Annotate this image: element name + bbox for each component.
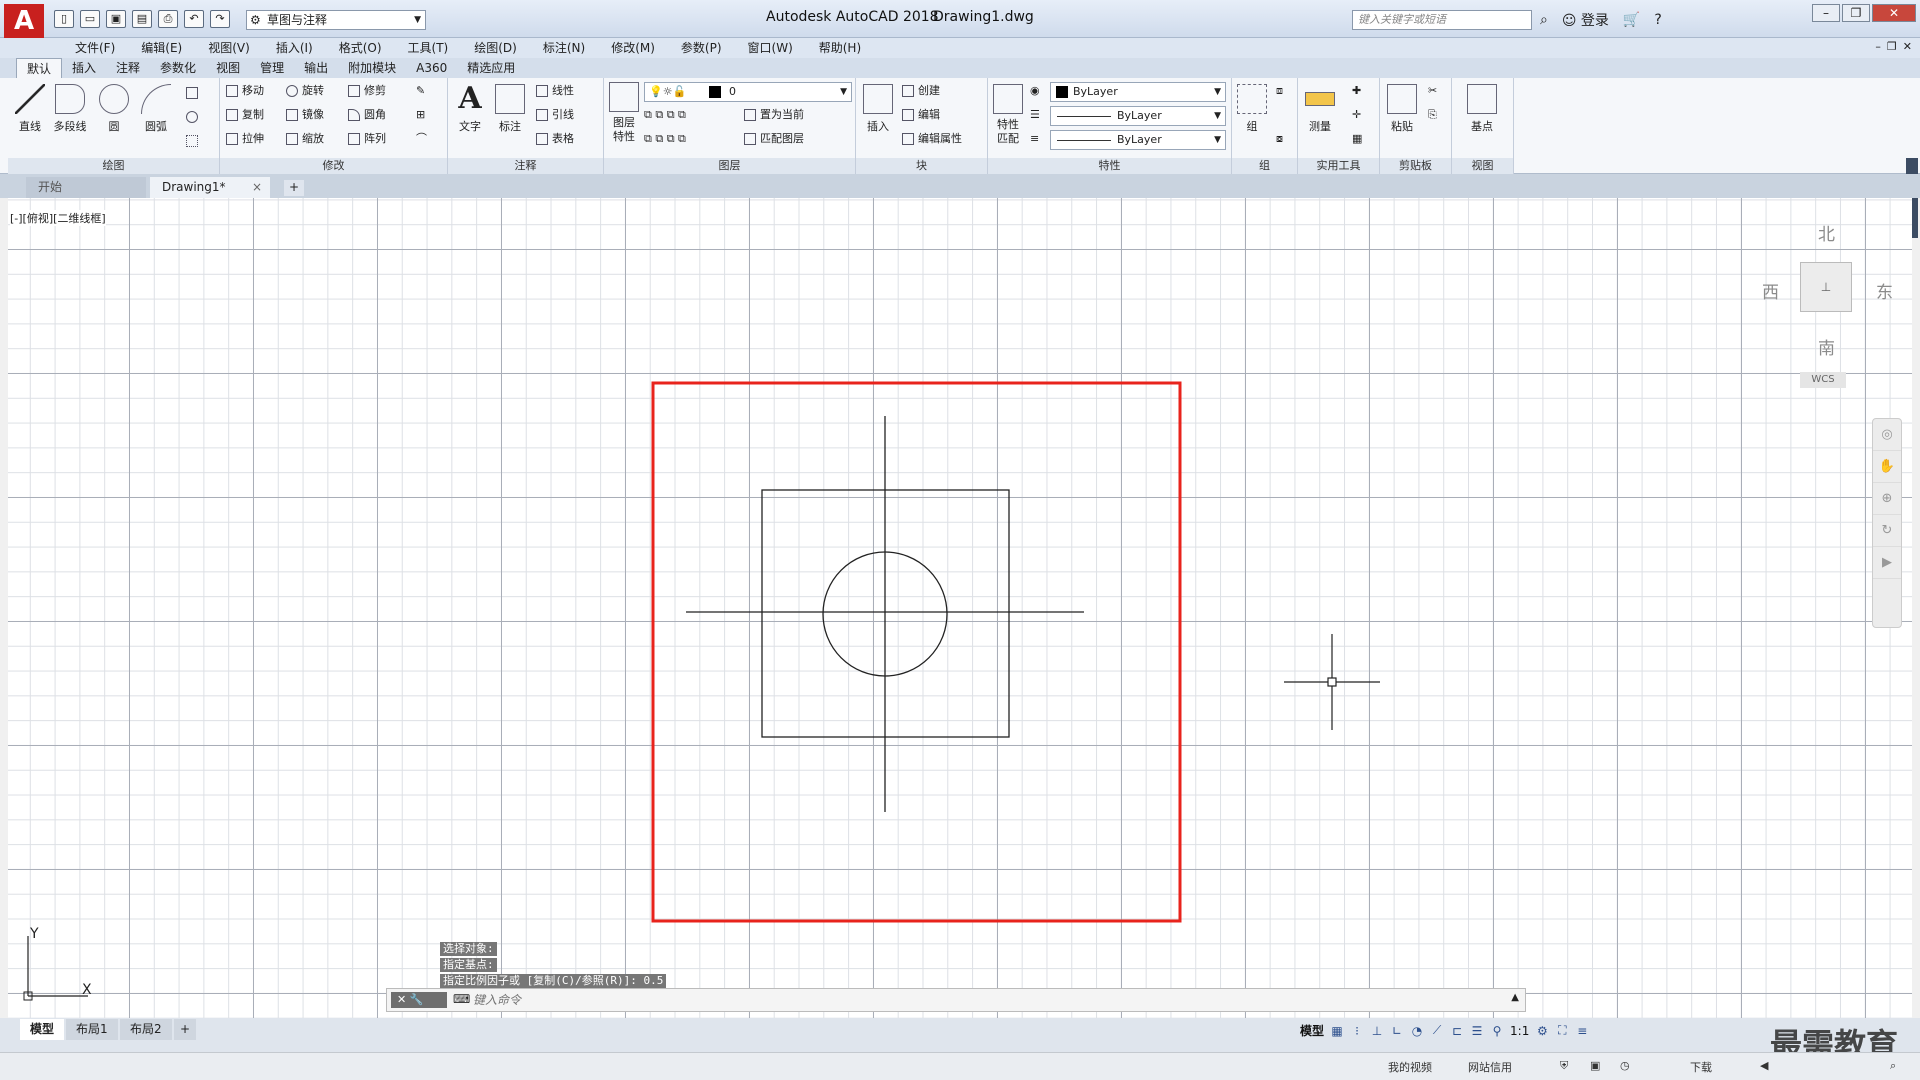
command-history-line: 指定基点: [440,958,497,972]
command-history-line: 选择对象: [440,942,497,956]
selection-highlight-frame [651,381,1182,923]
ortho-icon[interactable]: ∟ [1390,1024,1404,1038]
wcs-menu[interactable]: WCS [1800,372,1846,388]
orbit-icon[interactable]: ↻ [1873,515,1901,547]
zoom-icon[interactable]: ⊕ [1873,483,1901,515]
my-videos-link[interactable]: 我的视频 [1388,1059,1432,1075]
add-layout-button[interactable]: + [174,1019,197,1040]
customize-icon[interactable]: ≡ [1575,1024,1589,1038]
wrench-icon[interactable]: 🔧 [410,993,424,1006]
viewcube-top-face[interactable]: ⊥ [1800,262,1852,312]
clock-icon[interactable]: ◷ [1620,1059,1630,1072]
search-icon[interactable]: ⌕ [1890,1059,1896,1073]
viewcube-north[interactable]: 北 [1818,220,1835,245]
grid-icon[interactable]: ▦ [1330,1024,1344,1038]
credit-link[interactable]: 网站信用 [1468,1059,1512,1075]
tab-layout2[interactable]: 布局2 [120,1019,172,1040]
command-history-line: 指定比例因子或 [复制(C)/参照(R)]: 0.5 [440,974,667,988]
lineweight-toggle-icon[interactable]: ☰ [1470,1024,1484,1038]
osnap-icon[interactable]: ⊏ [1450,1024,1464,1038]
navigation-bar: ◎ ✋ ⊕ ↻ ▶ [1872,418,1902,628]
showmotion-icon[interactable]: ▶ [1873,547,1901,579]
picture-icon[interactable]: ▣ [1590,1059,1600,1072]
polar-icon[interactable]: ◔ [1410,1024,1424,1038]
model-space-toggle[interactable]: 模型 [1300,1022,1324,1039]
speaker-icon[interactable]: ◀ [1760,1059,1768,1072]
snap-icon[interactable]: ⁝ [1350,1024,1364,1038]
shield-icon[interactable]: ⛨ [1560,1059,1568,1073]
pan-icon[interactable]: ✋ [1873,451,1901,483]
ucs-x-label: X [82,982,92,998]
infer-icon[interactable]: ⊥ [1370,1024,1384,1038]
settings-icon[interactable]: ⚙ [1535,1024,1549,1038]
steering-wheel-icon[interactable]: ◎ [1873,419,1901,451]
tab-model[interactable]: 模型 [20,1019,65,1040]
viewcube-south[interactable]: 南 [1818,334,1835,359]
layout-tabs: 模型 布局1 布局2 + [0,1018,1920,1052]
annotation-scale[interactable]: 1:1 [1510,1024,1529,1038]
viewcube-east[interactable]: 东 [1876,278,1893,303]
tab-layout1[interactable]: 布局1 [66,1019,118,1040]
command-prompt-icon[interactable]: ⌨ [453,992,470,1006]
bottom-bar: 我的视频 网站信用 ⛨ ▣ ◷ 下载 ◀ ⌕ [0,1052,1920,1080]
command-line-controls: ✕ 🔧 [391,992,447,1008]
command-line: ✕ 🔧 ⌨ ▲ [386,988,1526,1012]
crosshair-cursor [1284,634,1380,730]
download-link[interactable]: 下载 [1690,1059,1712,1075]
annotation-icon[interactable]: ⚲ [1490,1024,1504,1038]
fullscreen-icon[interactable]: ⛶ [1555,1023,1569,1038]
autocad-window: { "titlebar": { "logo": "A", "workspace"… [0,0,1920,1080]
status-bar: 模型 ▦ ⁝ ⊥ ∟ ◔ ⟋ ⊏ ☰ ⚲ 1:1 ⚙ ⛶ ≡ [1300,1022,1589,1039]
command-input[interactable] [473,991,1473,1009]
viewcube-west[interactable]: 西 [1762,278,1779,303]
chevron-up-icon[interactable]: ▲ [1511,992,1519,1003]
close-icon[interactable]: ✕ [397,993,406,1006]
isodraft-icon[interactable]: ⟋ [1430,1023,1444,1038]
drawing-geometry [651,381,1380,923]
ucs-y-label: Y [30,926,39,942]
